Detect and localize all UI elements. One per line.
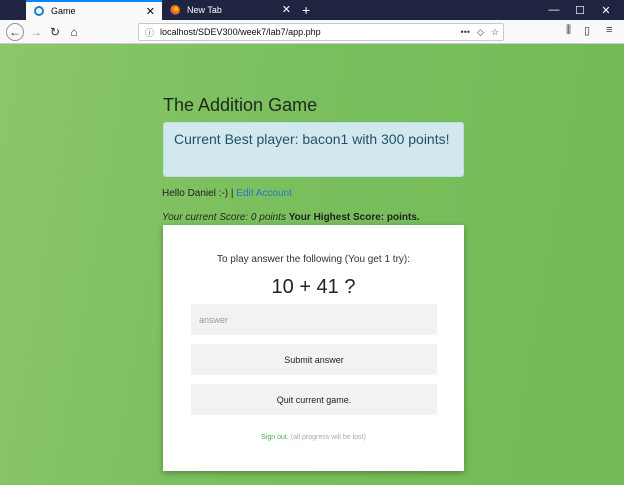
- pocket-icon[interactable]: ◇: [477, 27, 484, 38]
- greeting-text: Hello Daniel :-) |: [162, 188, 237, 199]
- new-tab-plus-icon[interactable]: +: [302, 1, 310, 19]
- menu-hamburger-icon[interactable]: ≡: [606, 24, 612, 36]
- best-player-alert: Current Best player: bacon1 with 300 poi…: [163, 122, 464, 177]
- highest-score: Your Highest Score: points.: [288, 212, 420, 223]
- edit-account-link[interactable]: Edit Account: [236, 188, 292, 199]
- greeting-line: Hello Daniel :-) | Edit Account: [162, 188, 292, 199]
- url-bar[interactable]: ⓘ localhost/SDEV300/week7/lab7/app.php •…: [138, 23, 504, 41]
- site-info-icon[interactable]: ⓘ: [145, 26, 154, 39]
- nav-toolbar: ← → ↻ ⌂ ⓘ localhost/SDEV300/week7/lab7/a…: [0, 20, 624, 44]
- close-window-icon[interactable]: ✕: [588, 0, 624, 20]
- signout-link[interactable]: Sign out.: [261, 434, 289, 441]
- math-question: 10 + 41 ?: [271, 276, 356, 298]
- url-path: /SDEV300/week7/lab7/app.php: [195, 27, 321, 37]
- tab-new-tab[interactable]: New Tab ✕: [162, 0, 298, 20]
- score-line: Your current Score: 0 points Your Highes…: [162, 212, 420, 223]
- close-tab-icon[interactable]: ✕: [282, 3, 291, 17]
- home-icon[interactable]: ⌂: [65, 23, 83, 41]
- tab-title: Game: [51, 6, 76, 16]
- bookmark-star-icon[interactable]: ☆: [491, 27, 499, 38]
- quit-game-button[interactable]: Quit current game.: [191, 384, 437, 415]
- forward-arrow-icon[interactable]: →: [27, 23, 45, 41]
- game-card: To play answer the following (You get 1 …: [163, 225, 464, 471]
- signout-note: (all progress will be lost): [288, 434, 366, 441]
- url-domain: localhost: [160, 27, 196, 37]
- game-instructions: To play answer the following (You get 1 …: [216, 254, 411, 265]
- firefox-favicon-icon: [170, 5, 180, 15]
- back-arrow-icon[interactable]: ←: [6, 23, 24, 41]
- library-icon[interactable]: ⫼: [566, 24, 571, 37]
- tab-strip: Game ✕ New Tab ✕ + — ☐ ✕: [0, 0, 624, 20]
- reload-icon[interactable]: ↻: [46, 23, 64, 41]
- signout-line: Sign out. (all progress will be lost): [163, 434, 464, 441]
- tab-game[interactable]: Game ✕: [26, 0, 162, 20]
- tab-title: New Tab: [187, 5, 222, 15]
- sidebar-icon[interactable]: ▯: [584, 24, 590, 37]
- page-title: The Addition Game: [163, 95, 318, 115]
- current-score: Your current Score: 0 points: [162, 212, 286, 223]
- submit-answer-button[interactable]: Submit answer: [191, 344, 437, 375]
- close-tab-icon[interactable]: ✕: [146, 5, 155, 19]
- game-favicon-icon: [34, 6, 44, 16]
- page-actions-icon[interactable]: •••: [461, 27, 470, 37]
- answer-input[interactable]: [191, 304, 437, 335]
- page-content: The Addition Game Current Best player: b…: [0, 44, 624, 485]
